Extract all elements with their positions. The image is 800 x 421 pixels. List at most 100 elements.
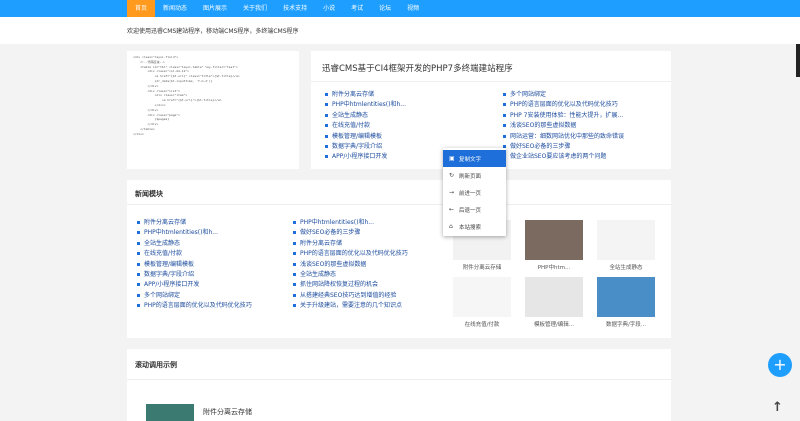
list-item[interactable]: 浅谈SEO的那些虚拟数据 <box>293 260 443 270</box>
context-menu-item[interactable]: ← 后退一页 <box>443 201 506 218</box>
context-menu-item[interactable]: ⌂ 本站搜索 <box>443 218 506 235</box>
context-menu-item[interactable]: ↻ 刷新页面 <box>443 167 506 184</box>
list-item-link[interactable]: PHP 7安装使用体验：性能大提升，扩展... <box>510 112 623 119</box>
list-item-link[interactable]: PHP的语言层面的优化以及代码优化技巧 <box>300 250 408 257</box>
list-item-link[interactable]: PHP的语言层面的优化以及代码优化技巧 <box>510 101 618 108</box>
list-item[interactable]: 做好SEO必备的三步骤 <box>293 228 443 238</box>
list-item-link[interactable]: APP/小程序接口开发 <box>144 281 199 288</box>
nav-item[interactable]: 论坛 <box>371 0 399 17</box>
list-item[interactable]: 附件分离云存储 <box>293 239 443 249</box>
list-item-link[interactable]: 附件分离云存储 <box>300 240 342 247</box>
thumbnail-caption[interactable]: 数据字典/字段... <box>597 320 655 328</box>
list-item-link[interactable]: 从搭建经典SEO技巧达到增值的经验 <box>300 292 396 299</box>
list-item[interactable]: APP/小程序接口开发 <box>325 152 406 162</box>
list-item[interactable]: PHP中htmlentities()和h... <box>293 218 443 228</box>
nav-item[interactable]: 考试 <box>343 0 371 17</box>
list-item[interactable]: PHP中htmlentities()和h... <box>325 100 406 110</box>
list-item-link[interactable]: 多个网站绑定 <box>144 292 180 299</box>
scroll-item-image[interactable] <box>146 404 194 421</box>
thumbnail-item[interactable]: 在线充值/付款 <box>453 277 511 328</box>
list-item[interactable]: 全站生成静态 <box>325 111 406 121</box>
list-item[interactable]: 浅谈SEO的那些虚拟数据 <box>503 121 624 131</box>
list-item[interactable]: PHP中htmlentities()和h... <box>137 228 287 238</box>
list-item[interactable]: 多个网站绑定 <box>137 291 287 301</box>
thumbnail-image[interactable] <box>453 277 511 317</box>
nav-item[interactable]: 新闻动态 <box>155 0 195 17</box>
list-item[interactable]: 模板管理/编辑模板 <box>137 260 287 270</box>
list-item-link[interactable]: 多个网站绑定 <box>510 91 546 98</box>
list-item-link[interactable]: PHP的语言层面的优化以及代码优化技巧 <box>144 302 252 309</box>
list-item[interactable]: 抓住网站降权恢复过程的机会 <box>293 280 443 290</box>
list-item[interactable]: 附件分离云存储 <box>325 90 406 100</box>
list-item[interactable]: APP/小程序接口开发 <box>137 280 287 290</box>
list-item-link[interactable]: 网站运营：细数网站优化中那些的致命错误 <box>510 133 624 140</box>
list-item-link[interactable]: 做好SEO必备的三步骤 <box>300 229 360 236</box>
list-item[interactable]: PHP的语言层面的优化以及代码优化技巧 <box>137 301 287 311</box>
context-menu-label: 刷新页面 <box>459 173 482 180</box>
list-item-link[interactable]: 做好SEO必备的三步骤 <box>510 143 570 150</box>
list-item-link[interactable]: 全站生成静态 <box>144 240 180 247</box>
thumbnail-item[interactable]: 全站生成静态 <box>597 220 655 271</box>
list-item[interactable]: 附件分离云存储 <box>137 218 287 228</box>
thumbnail-image[interactable] <box>525 277 583 317</box>
thumbnail-image[interactable] <box>597 277 655 317</box>
list-item[interactable]: PHP的语言层面的优化以及代码优化技巧 <box>503 100 624 110</box>
list-item-link[interactable]: 浅谈SEO的那些虚拟数据 <box>300 261 366 268</box>
thumbnail-caption[interactable]: 全站生成静态 <box>597 263 655 271</box>
list-item-link[interactable]: APP/小程序接口开发 <box>332 153 387 160</box>
thumbnail-caption[interactable]: 模板管理/编辑... <box>525 320 583 328</box>
list-item-link[interactable]: 模板管理/编辑模板 <box>332 133 382 140</box>
back-to-top-icon[interactable]: ↑ <box>772 400 783 415</box>
thumbnail-caption[interactable]: 附件分离云存储 <box>453 263 511 271</box>
list-item[interactable]: 在线充值/付款 <box>325 121 406 131</box>
context-menu-item[interactable]: → 前进一页 <box>443 184 506 201</box>
list-item[interactable]: 数据字典/字段介绍 <box>325 142 406 152</box>
list-item-link[interactable]: 在线充值/付款 <box>144 250 182 257</box>
list-item[interactable]: 多个网站绑定 <box>503 90 624 100</box>
forward-icon: → <box>449 189 455 196</box>
thumbnail-item[interactable]: 数据字典/字段... <box>597 277 655 328</box>
add-icon[interactable]: + <box>768 353 792 377</box>
thumbnail-caption[interactable]: 在线充值/付款 <box>453 320 511 328</box>
list-item-link[interactable]: 全站生成静态 <box>300 271 336 278</box>
list-item-link[interactable]: 数据字典/字段介绍 <box>332 143 382 150</box>
list-item-link[interactable]: 在线充值/付款 <box>332 122 370 129</box>
thumbnail-image[interactable] <box>525 220 583 260</box>
list-item-link[interactable]: 关于升级建站，需要注意的几个知识点 <box>300 302 402 309</box>
list-item[interactable]: PHP的语言层面的优化以及代码优化技巧 <box>293 249 443 259</box>
thumbnail-caption[interactable]: PHP中htm... <box>525 263 583 271</box>
context-menu-item[interactable]: ▣ 复制文字 <box>443 150 506 167</box>
scroll-item-title[interactable]: 附件分离云存储 <box>203 407 252 417</box>
nav-item[interactable]: 视频 <box>399 0 427 17</box>
list-item-link[interactable]: PHP中htmlentities()和h... <box>300 219 374 226</box>
thumbnail-image[interactable] <box>597 220 655 260</box>
list-item-link[interactable]: 附件分离云存储 <box>144 219 186 226</box>
list-item[interactable]: 做企业站SEO要应该考虑的两个问题 <box>503 152 624 162</box>
nav-item[interactable]: 首页 <box>127 0 156 17</box>
list-item-link[interactable]: 全站生成静态 <box>332 112 368 119</box>
list-item-link[interactable]: PHP中htmlentities()和h... <box>144 229 218 236</box>
list-item-link[interactable]: 浅谈SEO的那些虚拟数据 <box>510 122 576 129</box>
list-item-link[interactable]: 数据字典/字段介绍 <box>144 271 194 278</box>
list-item[interactable]: 模板管理/编辑模板 <box>325 132 406 142</box>
list-item[interactable]: 在线充值/付款 <box>137 249 287 259</box>
list-item[interactable]: 做好SEO必备的三步骤 <box>503 142 624 152</box>
list-item[interactable]: 全站生成静态 <box>293 270 443 280</box>
list-item[interactable]: 全站生成静态 <box>137 239 287 249</box>
nav-item[interactable]: 图片展示 <box>195 0 235 17</box>
list-item-link[interactable]: 抓住网站降权恢复过程的机会 <box>300 281 378 288</box>
list-item[interactable]: 数据字典/字段介绍 <box>137 270 287 280</box>
list-item[interactable]: 从搭建经典SEO技巧达到增值的经验 <box>293 291 443 301</box>
list-item[interactable]: 网站运营：细数网站优化中那些的致命错误 <box>503 132 624 142</box>
list-item-link[interactable]: PHP中htmlentities()和h... <box>332 101 406 108</box>
list-item[interactable]: PHP 7安装使用体验：性能大提升，扩展... <box>503 111 624 121</box>
nav-item[interactable]: 技术支持 <box>275 0 315 17</box>
nav-item[interactable]: 小说 <box>315 0 343 17</box>
nav-item[interactable]: 关于我们 <box>235 0 275 17</box>
list-item-link[interactable]: 附件分离云存储 <box>332 91 374 98</box>
thumbnail-item[interactable]: PHP中htm... <box>525 220 583 271</box>
list-item-link[interactable]: 做企业站SEO要应该考虑的两个问题 <box>510 153 606 160</box>
list-item[interactable]: 关于升级建站，需要注意的几个知识点 <box>293 301 443 311</box>
list-item-link[interactable]: 模板管理/编辑模板 <box>144 261 194 268</box>
thumbnail-item[interactable]: 模板管理/编辑... <box>525 277 583 328</box>
